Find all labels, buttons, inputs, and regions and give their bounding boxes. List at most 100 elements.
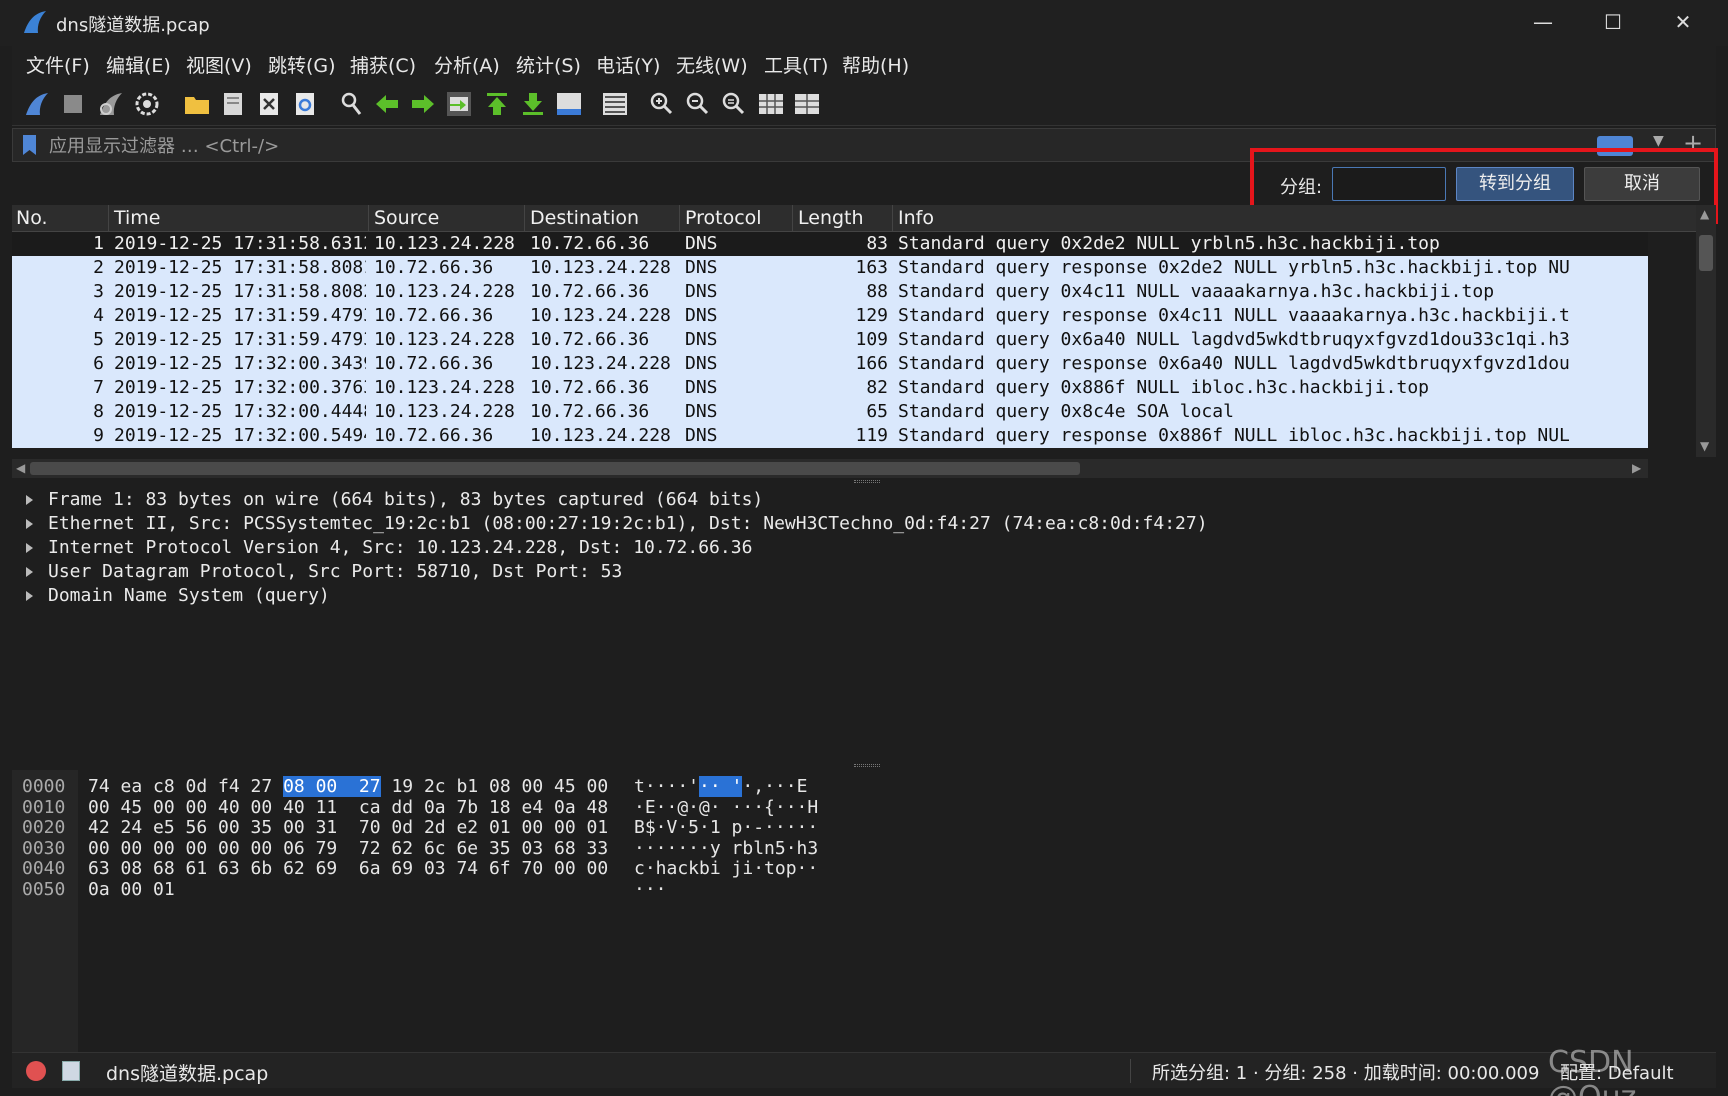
menu-view[interactable]: 视图(V) bbox=[186, 51, 252, 78]
bytes-hex[interactable]: 0a 00 01 bbox=[88, 879, 175, 901]
zoom-normal-icon[interactable] bbox=[718, 89, 748, 119]
go-first-packet-icon[interactable] bbox=[482, 89, 512, 119]
filter-history-dropdown-icon[interactable]: ▼ bbox=[1653, 133, 1664, 149]
filter-bookmark-icon[interactable] bbox=[23, 135, 36, 155]
go-forward-arrow-icon[interactable] bbox=[408, 89, 438, 119]
cell-source: 10.72.66.36 bbox=[374, 425, 494, 446]
save-file-icon[interactable] bbox=[218, 89, 248, 119]
reload-file-icon[interactable] bbox=[290, 89, 320, 119]
stop-square-icon[interactable] bbox=[58, 89, 88, 119]
bytes-ascii[interactable]: ··· bbox=[634, 879, 667, 901]
cell-length: 119 bbox=[855, 425, 888, 446]
cell-time: 2019-12-25 17:31:58.808210 bbox=[114, 281, 366, 302]
expand-triangle-icon[interactable] bbox=[26, 567, 33, 577]
pane-splitter[interactable] bbox=[12, 478, 1716, 486]
bytes-hex[interactable]: 00 45 00 00 40 00 40 11 ca dd 0a 7b 18 e… bbox=[88, 797, 608, 819]
status-file-name: dns隧道数据.pcap bbox=[106, 1063, 269, 1085]
goto-packet-button[interactable]: 转到分组 bbox=[1456, 167, 1574, 201]
packet-row[interactable]: 2 2019-12-25 17:31:58.808113 10.72.66.36 10… bbox=[12, 256, 1648, 280]
menu-help[interactable]: 帮助(H) bbox=[842, 51, 909, 78]
add-filter-button-icon[interactable]: + bbox=[1683, 129, 1703, 157]
capture-options-gear-icon[interactable] bbox=[132, 89, 162, 119]
menu-analyze[interactable]: 分析(A) bbox=[434, 51, 500, 78]
menu-wireless[interactable]: 无线(W) bbox=[676, 51, 748, 78]
horizontal-scroll-thumb[interactable] bbox=[30, 462, 1080, 475]
column-header-destination[interactable]: Destination bbox=[530, 207, 639, 229]
menu-go[interactable]: 跳转(G) bbox=[268, 51, 336, 78]
menu-statistics[interactable]: 统计(S) bbox=[516, 51, 581, 78]
shark-fin-start-icon[interactable] bbox=[22, 89, 52, 119]
packet-row[interactable]: 4 2019-12-25 17:31:59.479323 10.72.66.36 10… bbox=[12, 304, 1648, 328]
find-packet-icon[interactable] bbox=[336, 89, 366, 119]
apply-filter-arrow-icon[interactable] bbox=[1597, 136, 1633, 156]
column-header-source[interactable]: Source bbox=[374, 207, 439, 229]
colorize-icon[interactable] bbox=[600, 89, 630, 119]
restart-fin-icon[interactable] bbox=[96, 89, 126, 119]
bytes-hex-selected: 08 00 27 bbox=[283, 776, 381, 797]
vertical-scroll-thumb[interactable] bbox=[1699, 235, 1713, 271]
pane-splitter[interactable] bbox=[12, 762, 1716, 770]
packet-list-horizontal-scrollbar[interactable]: ◀ ▶ bbox=[12, 459, 1648, 478]
packet-row[interactable]: 3 2019-12-25 17:31:58.808210 10.123.24.228… bbox=[12, 280, 1648, 304]
menu-tools[interactable]: 工具(T) bbox=[764, 51, 828, 78]
cell-destination: 10.123.24.228 bbox=[530, 425, 671, 446]
column-header-protocol[interactable]: Protocol bbox=[685, 207, 762, 229]
zoom-out-icon[interactable] bbox=[682, 89, 712, 119]
packet-row[interactable]: 6 2019-12-25 17:32:00.343915 10.72.66.36 10… bbox=[12, 352, 1648, 376]
bytes-ascii[interactable]: ·E··@·@· ···{···H bbox=[634, 797, 818, 819]
expand-triangle-icon[interactable] bbox=[26, 543, 33, 553]
column-header-no[interactable]: No. bbox=[16, 207, 48, 229]
column-header-length[interactable]: Length bbox=[798, 207, 864, 229]
menu-edit[interactable]: 编辑(E) bbox=[106, 51, 171, 78]
cell-destination: 10.72.66.36 bbox=[530, 377, 650, 398]
column-header-time[interactable]: Time bbox=[114, 207, 161, 229]
goto-cancel-button[interactable]: 取消 bbox=[1584, 167, 1700, 201]
bytes-hex[interactable]: 74 ea c8 0d f4 27 08 00 27 19 2c b1 08 0… bbox=[88, 776, 608, 798]
go-back-arrow-icon[interactable] bbox=[372, 89, 402, 119]
capture-comments-icon[interactable] bbox=[62, 1061, 80, 1081]
bytes-hex[interactable]: 00 00 00 00 00 00 06 79 72 62 6c 6e 35 0… bbox=[88, 838, 608, 860]
menu-file[interactable]: 文件(F) bbox=[26, 51, 90, 78]
bytes-ascii-segment: ··· bbox=[634, 878, 667, 900]
bytes-ascii[interactable]: B$·V·5·1 p·-····· bbox=[634, 817, 818, 839]
display-filter-bar: ▼ + bbox=[12, 128, 1716, 162]
bytes-hex[interactable]: 63 08 68 61 63 6b 62 69 6a 69 03 74 6f 7… bbox=[88, 858, 608, 880]
expand-triangle-icon[interactable] bbox=[26, 495, 33, 505]
close-window-button[interactable]: ✕ bbox=[1648, 0, 1718, 46]
expand-triangle-icon[interactable] bbox=[26, 591, 33, 601]
minimize-button[interactable]: — bbox=[1508, 0, 1578, 46]
wireshark-logo-icon bbox=[24, 11, 46, 33]
bytes-offset: 0000 bbox=[22, 776, 66, 797]
packet-row[interactable]: 5 2019-12-25 17:31:59.479392 10.123.24.228… bbox=[12, 328, 1648, 352]
packet-list-vertical-scrollbar[interactable]: ▲ ▼ bbox=[1696, 205, 1716, 457]
cell-length: 129 bbox=[855, 305, 888, 326]
menu-telephony[interactable]: 电话(Y) bbox=[596, 51, 660, 78]
resize-columns-icon[interactable] bbox=[756, 89, 786, 119]
go-to-packet-icon[interactable] bbox=[444, 89, 474, 119]
packet-row[interactable]: 9 2019-12-25 17:32:00.549411 10.72.66.36 10… bbox=[12, 424, 1648, 448]
close-file-icon[interactable] bbox=[254, 89, 284, 119]
go-last-packet-icon[interactable] bbox=[518, 89, 548, 119]
bytes-hex[interactable]: 42 24 e5 56 00 35 00 31 70 0d 2d e2 01 0… bbox=[88, 817, 608, 839]
expand-triangle-icon[interactable] bbox=[26, 519, 33, 529]
packet-row[interactable]: 1 2019-12-25 17:31:58.631250 10.123.24.228… bbox=[12, 232, 1648, 256]
autoscroll-icon[interactable] bbox=[554, 89, 584, 119]
goto-packet-number-input[interactable] bbox=[1332, 167, 1446, 201]
maximize-button[interactable]: ☐ bbox=[1578, 0, 1648, 46]
packet-row[interactable]: 7 2019-12-25 17:32:00.376388 10.123.24.228… bbox=[12, 376, 1648, 400]
bytes-ascii[interactable]: t····'·· '·,···E bbox=[634, 776, 807, 798]
column-header-info[interactable]: Info bbox=[898, 207, 934, 229]
cell-destination: 10.123.24.228 bbox=[530, 257, 671, 278]
title-bar: dns隧道数据.pcap — ☐ ✕ bbox=[0, 0, 1728, 46]
bytes-ascii[interactable]: c·hackbi ji·top·· bbox=[634, 858, 818, 880]
bytes-ascii[interactable]: ·······y rbln5·h3 bbox=[634, 838, 818, 860]
expert-info-dot-icon[interactable] bbox=[26, 1061, 46, 1081]
display-filter-input[interactable] bbox=[49, 133, 1549, 159]
open-folder-icon[interactable] bbox=[182, 89, 212, 119]
zoom-in-icon[interactable] bbox=[646, 89, 676, 119]
bytes-ascii-selected: ·· ' bbox=[699, 776, 743, 797]
column-grid-icon[interactable] bbox=[792, 89, 822, 119]
packet-list-pane: No. Time Source Destination Protocol Len… bbox=[12, 205, 1716, 478]
packet-row[interactable]: 8 2019-12-25 17:32:00.444874 10.123.24.228… bbox=[12, 400, 1648, 424]
menu-capture[interactable]: 捕获(C) bbox=[350, 51, 416, 78]
